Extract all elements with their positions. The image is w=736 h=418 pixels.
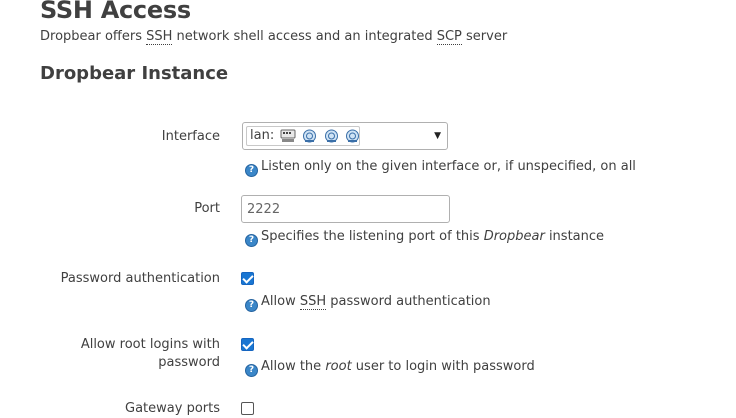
root-login-label-line1: Allow root logins with bbox=[80, 337, 220, 352]
dropdown-arrow-icon[interactable]: ▼ bbox=[434, 131, 441, 141]
help-icon: ? bbox=[245, 234, 258, 247]
root-login-help-em: root bbox=[325, 359, 352, 374]
description-text: server bbox=[461, 29, 508, 44]
password-auth-checkbox[interactable] bbox=[241, 272, 254, 285]
root-login-help-text: user to login with password bbox=[351, 359, 535, 374]
root-login-checkbox[interactable] bbox=[241, 338, 254, 351]
root-login-help: ? Allow the root user to login with passw… bbox=[245, 358, 535, 377]
interface-select[interactable]: lan: ▼ bbox=[242, 122, 448, 150]
network-icon bbox=[324, 129, 338, 142]
scp-abbr: SCP bbox=[436, 29, 462, 45]
interface-label: Interface bbox=[161, 129, 220, 144]
ssh-abbr: SSH bbox=[146, 29, 173, 45]
help-icon: ? bbox=[245, 364, 258, 377]
port-input-value: 2222 bbox=[247, 202, 281, 217]
description-text: network shell access and an integrated bbox=[172, 29, 437, 44]
network-icon bbox=[303, 129, 317, 142]
interface-selected-value: lan: bbox=[246, 126, 360, 146]
password-auth-label: Password authentication bbox=[60, 271, 220, 286]
page-description: Dropbear offers SSH network shell access… bbox=[40, 28, 507, 46]
network-icon bbox=[345, 129, 359, 142]
port-help-text: instance bbox=[544, 229, 605, 244]
port-label: Port bbox=[194, 201, 220, 216]
root-login-label: Allow root logins with password bbox=[30, 336, 220, 372]
port-help-em: Dropbear bbox=[483, 229, 545, 244]
port-help-text: Specifies the listening port of this bbox=[261, 229, 484, 244]
password-auth-help-text: password authentication bbox=[326, 294, 491, 309]
network-icon bbox=[280, 129, 296, 142]
root-login-label-line2: password bbox=[158, 355, 220, 370]
port-input[interactable]: 2222 bbox=[241, 195, 450, 223]
interface-help-text: Listen only on the given interface or, i… bbox=[261, 159, 636, 174]
page-title: SSH Access bbox=[40, 0, 191, 24]
help-icon: ? bbox=[245, 299, 258, 312]
interface-value-text: lan: bbox=[250, 128, 275, 143]
section-title: Dropbear Instance bbox=[40, 63, 229, 84]
port-help: ? Specifies the listening port of this Dr… bbox=[245, 228, 604, 247]
ssh-abbr: SSH bbox=[299, 294, 327, 310]
password-auth-help: ? Allow SSH password authentication bbox=[245, 293, 491, 312]
help-icon: ? bbox=[245, 164, 258, 177]
gateway-ports-checkbox[interactable] bbox=[241, 402, 254, 415]
interface-help: ? Listen only on the given interface or, … bbox=[245, 158, 636, 177]
root-login-help-text: Allow the bbox=[261, 359, 326, 374]
password-auth-help-text: Allow bbox=[261, 294, 300, 309]
gateway-ports-label: Gateway ports bbox=[125, 401, 220, 416]
description-text: Dropbear offers bbox=[40, 29, 147, 44]
